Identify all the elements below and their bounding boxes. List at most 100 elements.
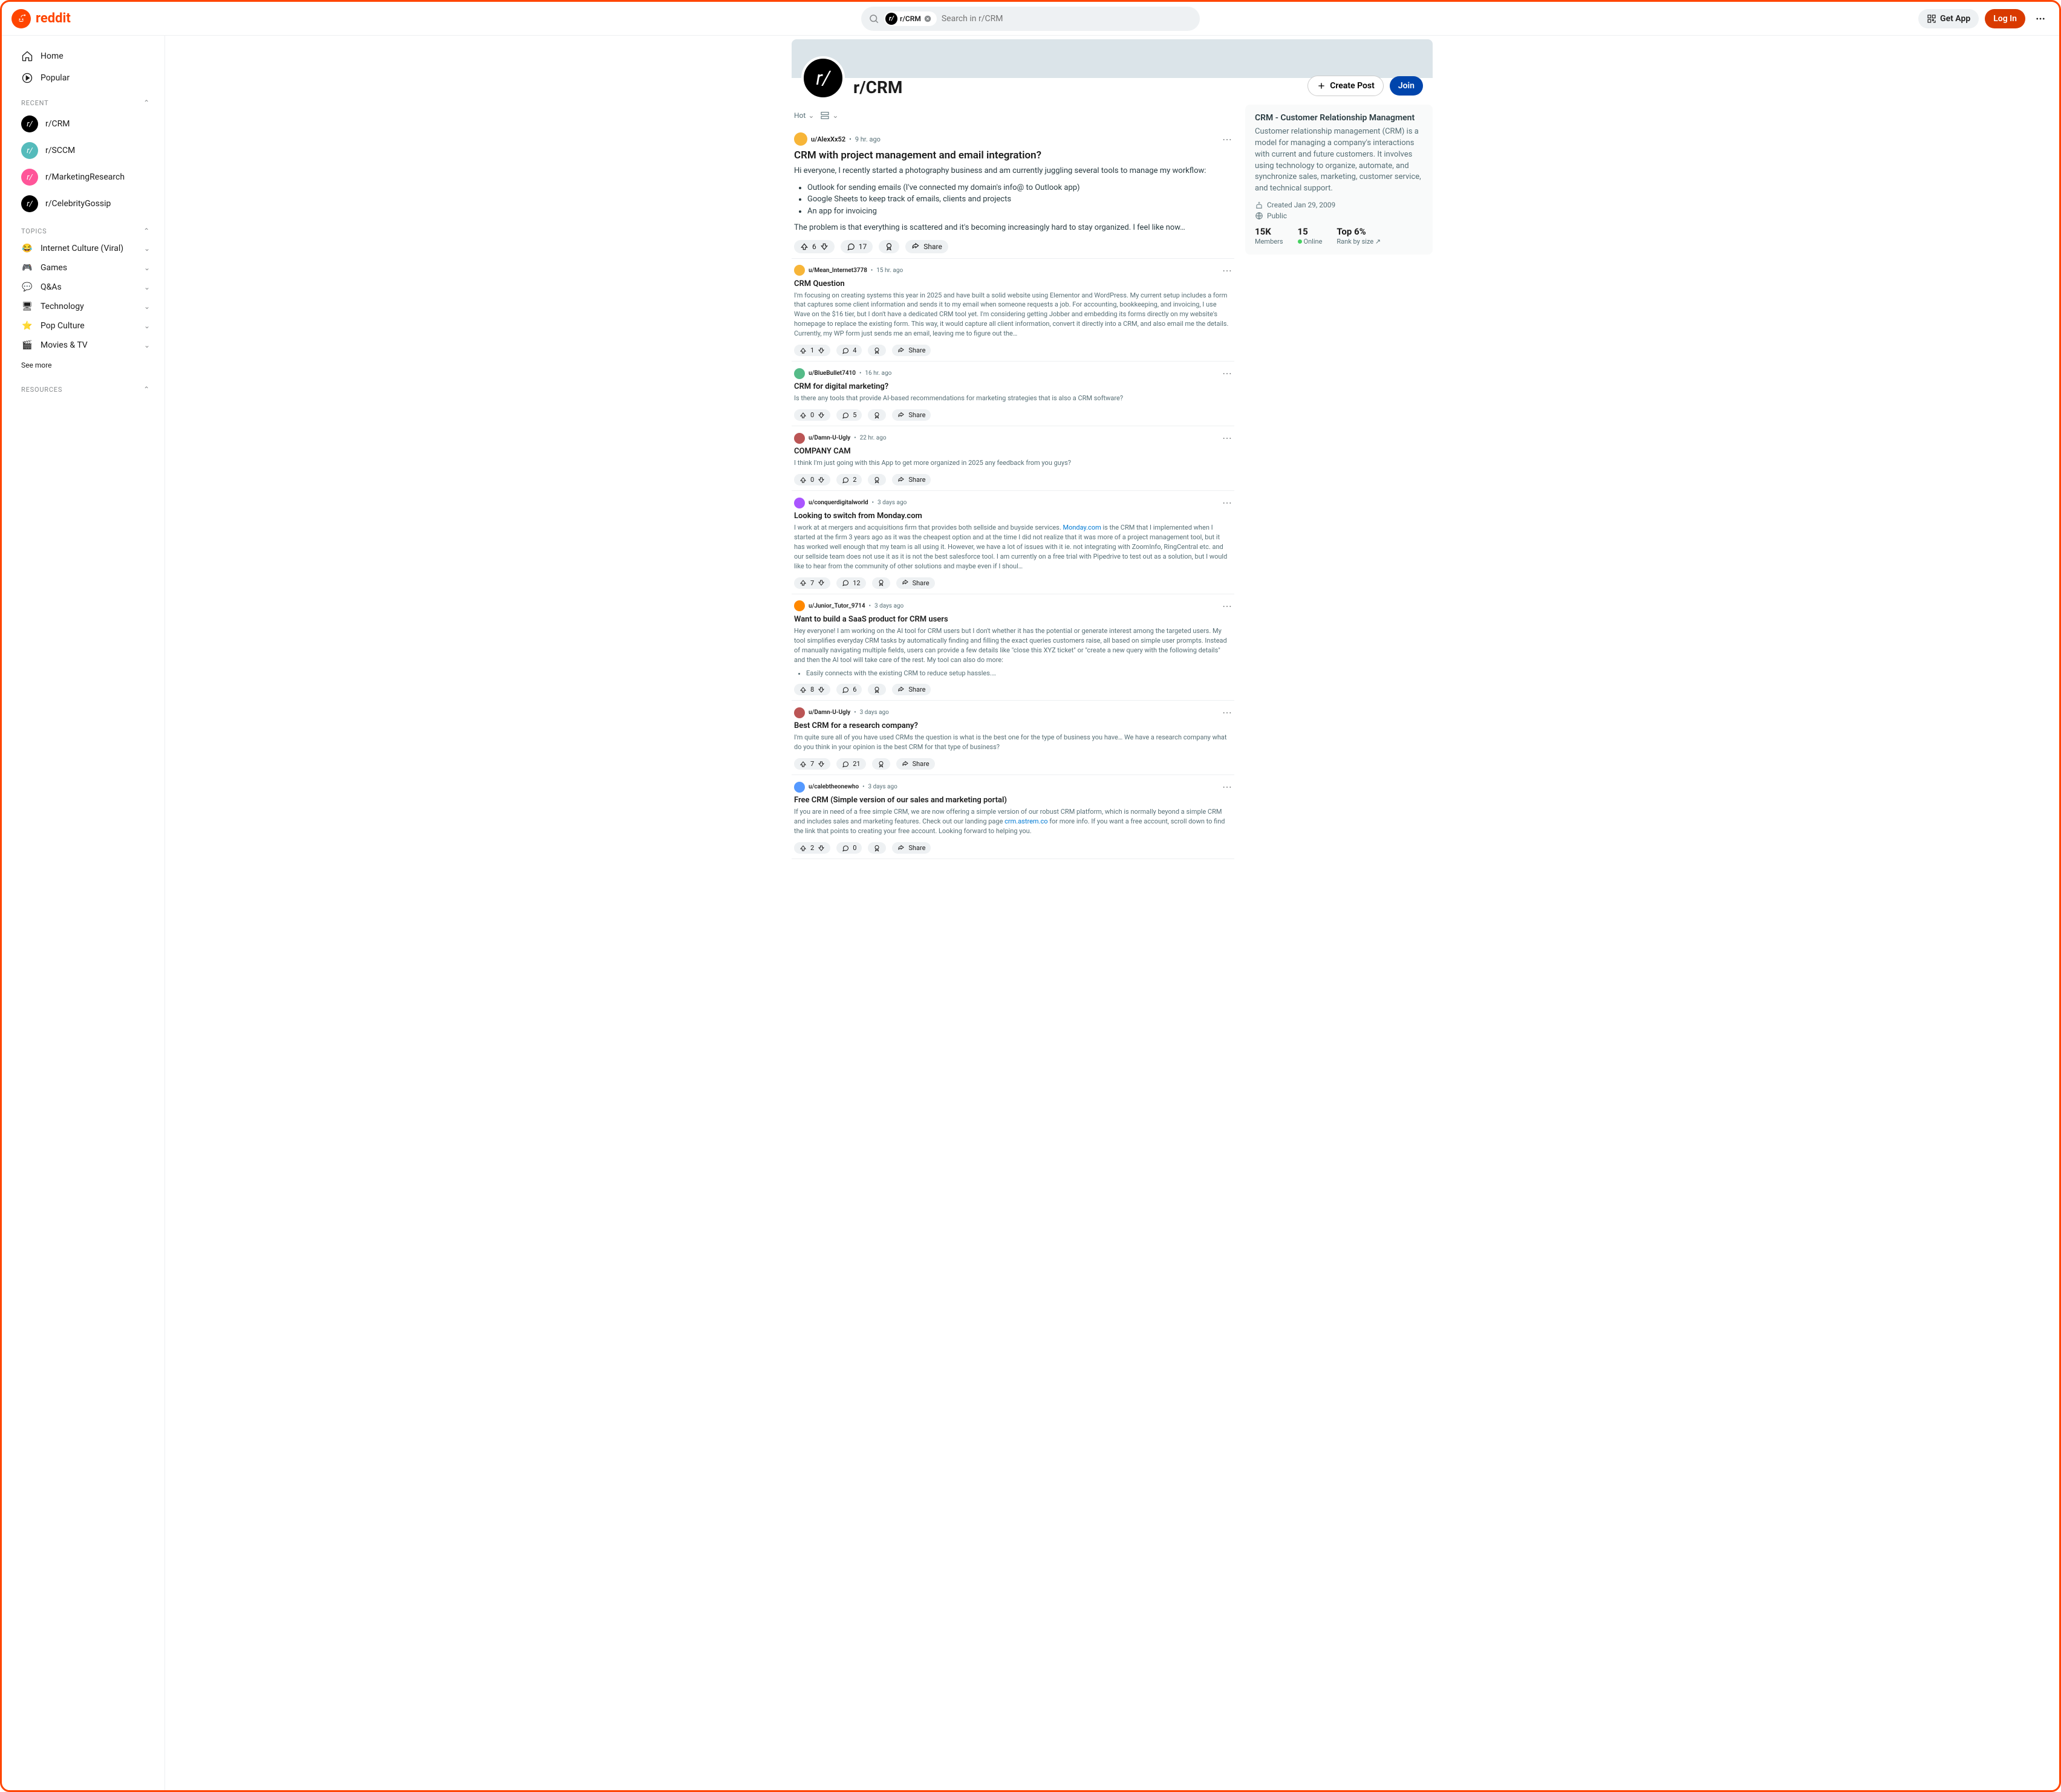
comments-pill[interactable]: 5: [836, 409, 862, 421]
sidebar-recent-item[interactable]: r/ r/CelebrityGossip: [16, 190, 155, 217]
upvote-icon[interactable]: [799, 476, 807, 484]
post[interactable]: u/Damn-U-Ugly • 3 days ago ⋯ Best CRM fo…: [792, 701, 1234, 775]
login-button[interactable]: Log In: [1985, 9, 2025, 28]
sidebar-topic-item[interactable]: 🖥Technology ⌄: [16, 297, 155, 316]
sort-dropdown[interactable]: Hot ⌄: [794, 111, 814, 120]
post-title[interactable]: Free CRM (Simple version of our sales an…: [794, 796, 1232, 805]
post-title[interactable]: CRM for digital marketing?: [794, 382, 1232, 391]
post-title[interactable]: Want to build a SaaS product for CRM use…: [794, 615, 1232, 624]
post-author[interactable]: u/Damn-U-Ugly: [809, 435, 850, 441]
post-menu-icon[interactable]: ⋯: [1222, 265, 1232, 276]
sidebar-topic-item[interactable]: 😂Internet Culture (Viral) ⌄: [16, 239, 155, 258]
post-link[interactable]: crm.astrem.co: [1004, 817, 1047, 825]
comments-pill[interactable]: 12: [836, 577, 865, 589]
post[interactable]: u/calebtheonewho • 3 days ago ⋯ Free CRM…: [792, 775, 1234, 859]
post-menu-icon[interactable]: ⋯: [1222, 781, 1232, 793]
post-author[interactable]: u/Junior_Tutor_9714: [809, 603, 865, 609]
see-more-topics[interactable]: See more: [16, 355, 155, 375]
sidebar-recent-item[interactable]: r/ r/SCCM: [16, 137, 155, 164]
post-menu-icon[interactable]: ⋯: [1222, 600, 1232, 612]
section-recent[interactable]: RECENT ⌃: [16, 89, 155, 111]
post[interactable]: u/Mean_Internet3778 • 15 hr. ago ⋯ CRM Q…: [792, 259, 1234, 362]
header-overflow-icon[interactable]: [2031, 10, 2050, 28]
post-title[interactable]: CRM with project management and email in…: [794, 149, 1232, 161]
upvote-icon[interactable]: [799, 579, 807, 586]
join-button[interactable]: Join: [1390, 76, 1423, 96]
comments-pill[interactable]: 21: [836, 758, 865, 770]
award-pill[interactable]: [872, 577, 890, 589]
award-pill[interactable]: [879, 240, 899, 253]
award-pill[interactable]: [868, 842, 886, 854]
search-scope-chip[interactable]: r/ r/CRM: [884, 11, 937, 26]
post-title[interactable]: CRM Question: [794, 279, 1232, 288]
external-link-icon[interactable]: ↗: [1375, 238, 1381, 245]
sidebar-topic-item[interactable]: 🎬Movies & TV ⌄: [16, 336, 155, 355]
post-menu-icon[interactable]: ⋯: [1222, 432, 1232, 444]
upvote-icon[interactable]: [799, 412, 807, 419]
post-menu-icon[interactable]: ⋯: [1222, 497, 1232, 508]
post-menu-icon[interactable]: ⋯: [1222, 134, 1232, 145]
share-pill[interactable]: Share: [896, 577, 935, 589]
upvote-icon[interactable]: [800, 242, 809, 251]
search-bar[interactable]: r/ r/CRM: [861, 7, 1200, 31]
sidebar-topic-item[interactable]: ⭐Pop Culture ⌄: [16, 316, 155, 336]
post-author[interactable]: u/BlueBullet7410: [809, 370, 856, 377]
downvote-icon[interactable]: [818, 412, 825, 419]
share-pill[interactable]: Share: [892, 409, 931, 421]
sidebar-recent-item[interactable]: r/ r/CRM: [16, 111, 155, 137]
upvote-icon[interactable]: [799, 686, 807, 693]
post-author[interactable]: u/Damn-U-Ugly: [809, 709, 850, 716]
downvote-icon[interactable]: [818, 476, 825, 484]
post-author[interactable]: u/AlexXx52: [811, 135, 845, 143]
comments-pill[interactable]: 2: [836, 474, 862, 485]
section-topics[interactable]: TOPICS ⌃: [16, 217, 155, 239]
view-dropdown[interactable]: ⌄: [820, 111, 838, 120]
downvote-icon[interactable]: [818, 579, 825, 586]
award-pill[interactable]: [868, 474, 886, 485]
post-title[interactable]: COMPANY CAM: [794, 447, 1232, 456]
post[interactable]: u/AlexXx52 • 9 hr. ago ⋯ CRM with projec…: [792, 126, 1234, 259]
post[interactable]: u/Junior_Tutor_9714 • 3 days ago ⋯ Want …: [792, 594, 1234, 701]
create-post-button[interactable]: Create Post: [1307, 76, 1384, 96]
downvote-icon[interactable]: [818, 686, 825, 693]
post-menu-icon[interactable]: ⋯: [1222, 707, 1232, 718]
section-resources[interactable]: RESOURCES ⌃: [16, 375, 155, 397]
downvote-icon[interactable]: [818, 761, 825, 768]
post[interactable]: u/conquerdigitalworld • 3 days ago ⋯ Loo…: [792, 491, 1234, 594]
downvote-icon[interactable]: [820, 242, 829, 251]
upvote-icon[interactable]: [799, 347, 807, 354]
post-author[interactable]: u/calebtheonewho: [809, 784, 859, 790]
award-pill[interactable]: [868, 345, 886, 356]
award-pill[interactable]: [868, 684, 886, 695]
reddit-logo[interactable]: reddit: [11, 9, 71, 28]
post-author[interactable]: u/Mean_Internet3778: [809, 267, 867, 274]
post[interactable]: u/BlueBullet7410 • 16 hr. ago ⋯ CRM for …: [792, 362, 1234, 426]
share-pill[interactable]: Share: [892, 474, 931, 485]
get-app-button[interactable]: Get App: [1918, 9, 1979, 28]
share-pill[interactable]: Share: [892, 842, 931, 854]
post-title[interactable]: Best CRM for a research company?: [794, 721, 1232, 730]
sidebar-recent-item[interactable]: r/ r/MarketingResearch: [16, 164, 155, 190]
comments-pill[interactable]: 6: [836, 684, 862, 695]
nav-home[interactable]: Home: [16, 45, 155, 67]
downvote-icon[interactable]: [818, 845, 825, 852]
chip-remove-icon[interactable]: [923, 15, 932, 23]
post-author[interactable]: u/conquerdigitalworld: [809, 499, 868, 506]
share-pill[interactable]: Share: [896, 758, 935, 770]
comments-pill[interactable]: 4: [836, 345, 862, 356]
downvote-icon[interactable]: [818, 347, 825, 354]
award-pill[interactable]: [868, 409, 886, 421]
share-pill[interactable]: Share: [892, 345, 931, 356]
search-input[interactable]: [942, 14, 1193, 24]
post-link[interactable]: Monday.com: [1063, 524, 1101, 531]
award-pill[interactable]: [872, 758, 890, 770]
post-title[interactable]: Looking to switch from Monday.com: [794, 511, 1232, 521]
post-menu-icon[interactable]: ⋯: [1222, 368, 1232, 379]
share-pill[interactable]: Share: [892, 684, 931, 695]
sidebar-topic-item[interactable]: 💬Q&As ⌄: [16, 278, 155, 297]
comments-pill[interactable]: 17: [841, 240, 873, 253]
upvote-icon[interactable]: [799, 845, 807, 852]
post[interactable]: u/Damn-U-Ugly • 22 hr. ago ⋯ COMPANY CAM…: [792, 426, 1234, 491]
upvote-icon[interactable]: [799, 761, 807, 768]
nav-popular[interactable]: Popular: [16, 67, 155, 89]
